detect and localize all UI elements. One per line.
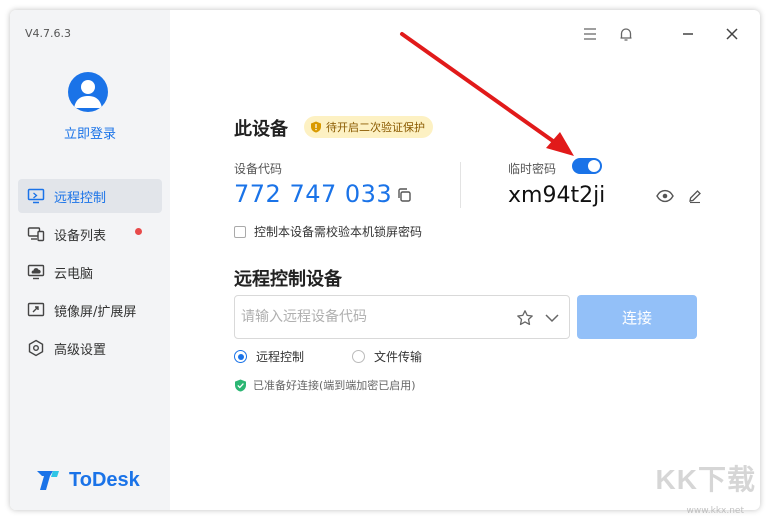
radio-label: 文件传输	[374, 350, 423, 364]
lock-screen-checkbox[interactable]: 控制本设备需校验本机锁屏密码	[234, 223, 422, 240]
notification-dot	[135, 228, 142, 235]
remote-code-input[interactable]	[241, 296, 501, 338]
brand-name: ToDesk	[69, 468, 140, 491]
sidebar-item-label: 云电脑	[54, 266, 94, 282]
copy-icon[interactable]	[396, 187, 412, 203]
sidebar-item-label: 远程控制	[54, 190, 107, 206]
login-link[interactable]: 立即登录	[10, 123, 170, 142]
settings-hex-icon	[26, 339, 46, 357]
sidebar-nav: 远程控制 设备列表 云电脑 镜像屏/扩展屏 高级设置	[18, 179, 162, 369]
checkbox-box[interactable]	[234, 225, 246, 238]
sidebar-item-label: 设备列表	[54, 228, 107, 244]
sidebar: V4.7.6.3 立即登录 远程控制 设备列表 云电脑 镜像屏/扩展屏 高级设置…	[10, 10, 170, 510]
sidebar-item-mirror-screen[interactable]: 镜像屏/扩展屏	[18, 293, 162, 327]
sidebar-item-advanced-settings[interactable]: 高级设置	[18, 331, 162, 365]
temp-password-label: 临时密码	[508, 162, 557, 176]
main-panel: 此设备 待开启二次验证保护 设备代码 772 747 033 临时密码 xm94…	[170, 10, 760, 510]
shield-icon	[311, 121, 321, 133]
app-window: V4.7.6.3 立即登录 远程控制 设备列表 云电脑 镜像屏/扩展屏 高级设置…	[10, 10, 760, 510]
monitor-icon	[26, 187, 46, 205]
mirror-screen-icon	[26, 301, 46, 319]
temp-password: xm94t2ji	[508, 183, 606, 208]
watermark-url: www.kkx.net	[686, 506, 745, 516]
connect-button[interactable]: 连接	[577, 295, 697, 339]
connection-status-text: 已准备好连接(端到端加密已启用)	[253, 379, 416, 392]
this-device-title: 此设备	[234, 119, 288, 140]
sidebar-item-remote-control[interactable]: 远程控制	[18, 179, 162, 213]
avatar[interactable]	[68, 72, 108, 112]
two-factor-badge[interactable]: 待开启二次验证保护	[304, 116, 433, 138]
shield-check-icon	[235, 379, 246, 391]
todesk-logo-icon	[37, 471, 59, 490]
devices-icon	[26, 225, 46, 243]
eye-icon[interactable]	[656, 188, 674, 204]
brand-logo: ToDesk	[35, 468, 140, 492]
device-code-label: 设备代码	[234, 162, 283, 176]
cloud-pc-icon	[26, 263, 46, 281]
temp-password-toggle[interactable]	[572, 158, 602, 174]
remote-code-input-wrap[interactable]	[234, 295, 570, 339]
radio-label: 远程控制	[256, 350, 305, 364]
connection-status: 已准备好连接(端到端加密已启用)	[234, 377, 416, 393]
sidebar-item-device-list[interactable]: 设备列表	[18, 217, 162, 251]
watermark: KK下载	[655, 464, 756, 495]
two-factor-badge-label: 待开启二次验证保护	[326, 121, 425, 134]
user-icon	[74, 80, 102, 108]
sidebar-item-cloud-pc[interactable]: 云电脑	[18, 255, 162, 289]
device-code: 772 747 033	[234, 180, 393, 208]
star-icon[interactable]	[516, 309, 534, 327]
sidebar-item-label: 高级设置	[54, 342, 107, 358]
edit-icon[interactable]	[687, 188, 703, 204]
lock-screen-checkbox-label: 控制本设备需校验本机锁屏密码	[254, 225, 423, 239]
sidebar-item-label: 镜像屏/扩展屏	[54, 304, 137, 320]
chevron-down-icon[interactable]	[544, 311, 560, 325]
version-label: V4.7.6.3	[25, 27, 72, 40]
divider	[460, 162, 461, 208]
remote-control-title: 远程控制设备	[234, 269, 342, 290]
mode-file-transfer-radio[interactable]: 文件传输	[352, 348, 422, 365]
radio-dot[interactable]	[352, 350, 365, 363]
mode-remote-control-radio[interactable]: 远程控制	[234, 348, 304, 365]
radio-dot[interactable]	[234, 350, 247, 363]
